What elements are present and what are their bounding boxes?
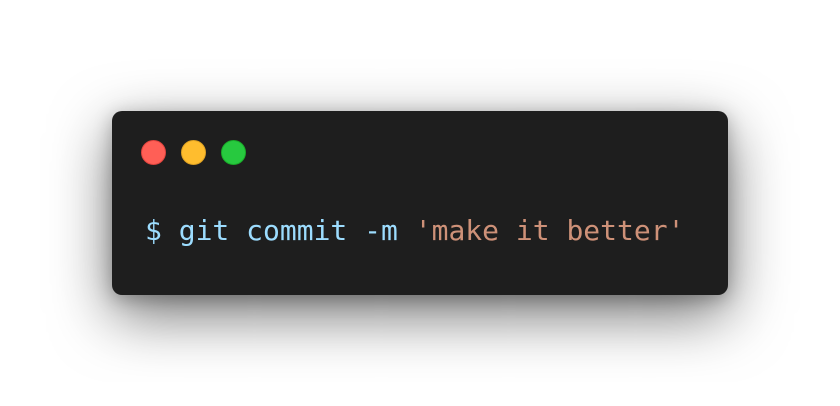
command-line[interactable]: $ git commit -m 'make it better' [145,211,684,251]
prompt-symbol: $ [145,214,162,247]
terminal-window: $ git commit -m 'make it better' [112,111,728,295]
window-controls [141,140,246,165]
command-argument: 'make it better' [414,214,685,247]
close-window-button[interactable] [141,140,166,165]
minimize-window-button[interactable] [181,140,206,165]
command-text: git commit -m [178,214,398,247]
maximize-window-button[interactable] [221,140,246,165]
